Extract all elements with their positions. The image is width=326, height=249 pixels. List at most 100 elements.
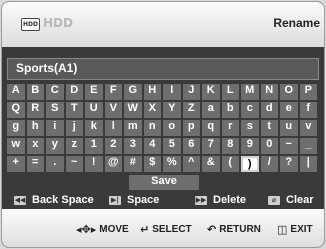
- key-button[interactable]: r: [221, 120, 239, 136]
- key-button[interactable]: O: [280, 84, 298, 100]
- key-button[interactable]: b: [221, 102, 239, 118]
- key-button[interactable]: o: [163, 120, 181, 136]
- key-button[interactable]: A: [7, 84, 25, 100]
- key-button[interactable]: Y: [163, 102, 181, 118]
- key-button[interactable]: !: [85, 156, 103, 172]
- key-button[interactable]: .: [46, 156, 64, 172]
- key-button[interactable]: q: [202, 120, 220, 136]
- key-button[interactable]: 4: [143, 138, 161, 154]
- space-button[interactable]: ▶| Space: [109, 194, 159, 206]
- key-button[interactable]: _: [299, 138, 317, 154]
- key-button[interactable]: e: [280, 102, 298, 118]
- key-button[interactable]: ): [241, 156, 259, 172]
- key-button[interactable]: s: [241, 120, 259, 136]
- key-button[interactable]: H: [143, 84, 161, 100]
- key-button[interactable]: U: [85, 102, 103, 118]
- exit-icon: ◫: [277, 223, 288, 236]
- arrows-icon: ◂✥▸: [76, 223, 97, 236]
- hdd-icon: HDD: [21, 18, 40, 31]
- key-button[interactable]: 8: [221, 138, 239, 154]
- key-button[interactable]: M: [241, 84, 259, 100]
- key-button[interactable]: V: [104, 102, 122, 118]
- mode-title: Rename: [273, 16, 320, 30]
- key-button[interactable]: ?: [280, 156, 298, 172]
- key-button[interactable]: Z: [182, 102, 200, 118]
- key-button[interactable]: d: [260, 102, 278, 118]
- key-button[interactable]: W: [124, 102, 142, 118]
- delete-button[interactable]: ▶▶ Delete: [195, 194, 246, 206]
- key-button[interactable]: F: [104, 84, 122, 100]
- key-button[interactable]: X: [143, 102, 161, 118]
- key-button[interactable]: t: [260, 120, 278, 136]
- clear-button[interactable]: ⌀ Clear: [268, 194, 314, 206]
- key-button[interactable]: h: [26, 120, 44, 136]
- key-button[interactable]: P: [299, 84, 317, 100]
- key-button[interactable]: 1: [85, 138, 103, 154]
- back-space-button[interactable]: ◀◀ Back Space: [14, 194, 94, 206]
- key-button[interactable]: #: [124, 156, 142, 172]
- key-button[interactable]: 2: [104, 138, 122, 154]
- key-button[interactable]: u: [280, 120, 298, 136]
- return-label: RETURN: [219, 224, 261, 235]
- key-button[interactable]: |: [299, 156, 317, 172]
- key-button[interactable]: Q: [7, 102, 25, 118]
- key-button[interactable]: R: [26, 102, 44, 118]
- key-button[interactable]: N: [260, 84, 278, 100]
- key-button[interactable]: 5: [163, 138, 181, 154]
- select-label: SELECT: [152, 224, 192, 235]
- enter-icon: ↵: [140, 223, 150, 236]
- key-button[interactable]: w: [7, 138, 25, 154]
- key-button[interactable]: y: [46, 138, 64, 154]
- key-button[interactable]: −: [280, 138, 298, 154]
- key-button[interactable]: 7: [202, 138, 220, 154]
- key-button[interactable]: k: [85, 120, 103, 136]
- key-button[interactable]: S: [46, 102, 64, 118]
- key-button[interactable]: 9: [241, 138, 259, 154]
- key-button[interactable]: z: [65, 138, 83, 154]
- rewind-icon: ◀◀: [14, 195, 26, 205]
- key-button[interactable]: 3: [124, 138, 142, 154]
- key-button[interactable]: x: [26, 138, 44, 154]
- key-button[interactable]: $: [143, 156, 161, 172]
- key-button[interactable]: B: [26, 84, 44, 100]
- character-keyboard: ABCDEFGHIJKLMNOP QRSTUVWXYZabcdef ghijklmn…: [7, 84, 319, 172]
- key-button[interactable]: j: [65, 120, 83, 136]
- key-button[interactable]: ~: [65, 156, 83, 172]
- clear-label: Clear: [286, 194, 314, 206]
- key-button[interactable]: 6: [182, 138, 200, 154]
- cancel-icon: ⌀: [268, 195, 280, 205]
- key-button[interactable]: 0: [260, 138, 278, 154]
- key-button[interactable]: l: [104, 120, 122, 136]
- key-button[interactable]: ^: [182, 156, 200, 172]
- key-button[interactable]: G: [124, 84, 142, 100]
- key-button[interactable]: K: [202, 84, 220, 100]
- save-button[interactable]: Save: [129, 175, 199, 190]
- key-button[interactable]: T: [65, 102, 83, 118]
- key-button[interactable]: a: [202, 102, 220, 118]
- key-button[interactable]: %: [163, 156, 181, 172]
- key-button[interactable]: c: [241, 102, 259, 118]
- key-button[interactable]: &: [202, 156, 220, 172]
- key-button[interactable]: /: [260, 156, 278, 172]
- key-button[interactable]: L: [221, 84, 239, 100]
- key-button[interactable]: v: [299, 120, 317, 136]
- device-label: HDD: [43, 16, 73, 30]
- key-button[interactable]: E: [85, 84, 103, 100]
- return-hint: ↶ RETURN: [207, 223, 261, 236]
- key-button[interactable]: g: [7, 120, 25, 136]
- key-button[interactable]: =: [26, 156, 44, 172]
- key-button[interactable]: f: [299, 102, 317, 118]
- key-button[interactable]: @: [104, 156, 122, 172]
- exit-label: EXIT: [290, 224, 313, 235]
- key-button[interactable]: (: [221, 156, 239, 172]
- key-button[interactable]: i: [46, 120, 64, 136]
- name-input[interactable]: Sports(A1): [7, 58, 319, 80]
- key-button[interactable]: D: [65, 84, 83, 100]
- key-button[interactable]: m: [124, 120, 142, 136]
- key-button[interactable]: C: [46, 84, 64, 100]
- key-button[interactable]: p: [182, 120, 200, 136]
- key-button[interactable]: n: [143, 120, 161, 136]
- key-button[interactable]: I: [163, 84, 181, 100]
- key-button[interactable]: +: [7, 156, 25, 172]
- key-button[interactable]: J: [182, 84, 200, 100]
